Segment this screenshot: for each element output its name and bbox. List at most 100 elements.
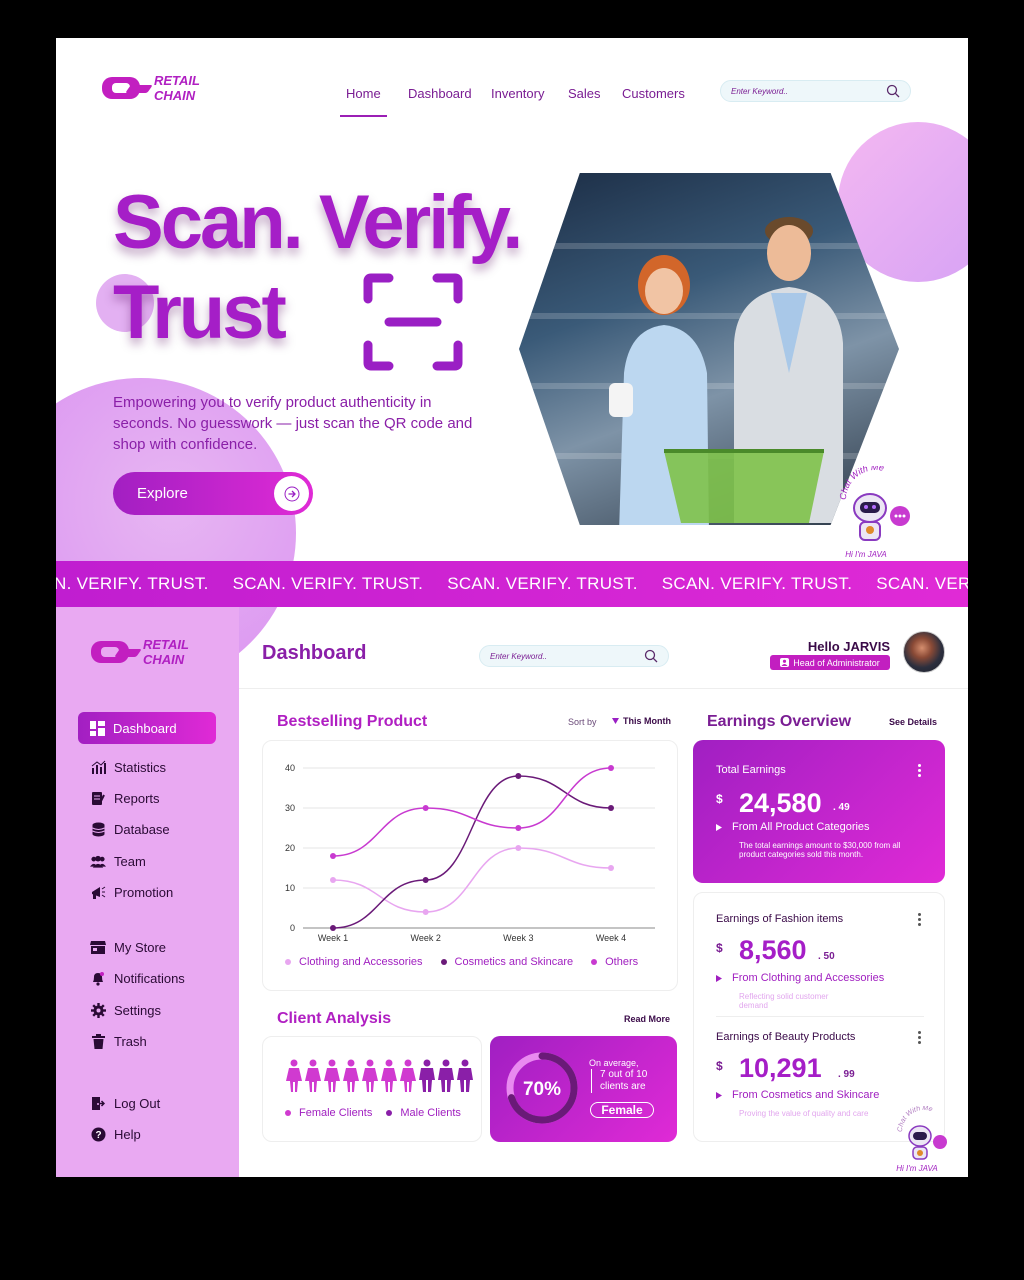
sidebar-item-label: Statistics: [114, 759, 167, 775]
female-person-icon: [399, 1059, 417, 1098]
play-icon: [716, 1091, 722, 1099]
bell-icon: [90, 970, 106, 986]
dashboard-search-bar: [479, 645, 669, 667]
sidebar-item-settings[interactable]: Settings: [90, 1002, 161, 1018]
client-analysis-title: Client Analysis: [277, 1010, 392, 1027]
avatar[interactable]: [903, 631, 945, 673]
page: RETAIL CHAIN Home Dashboard Inventory Sa…: [56, 38, 968, 1177]
top-search-input[interactable]: [731, 86, 886, 96]
earnings-title: Earnings Overview: [707, 713, 852, 730]
explore-button[interactable]: Explore: [113, 472, 313, 515]
legend-item-others: Others: [591, 956, 638, 968]
search-icon[interactable]: [886, 84, 900, 98]
sidebar-item-team[interactable]: Team: [90, 853, 146, 869]
svg-text:?: ?: [95, 1130, 101, 1141]
marquee-item: SCAN. VER: [876, 574, 968, 593]
sidebar-item-label: Reports: [114, 790, 160, 806]
brand-logo[interactable]: RETAIL CHAIN: [102, 73, 200, 103]
client-legend: Female Clients Male Clients: [285, 1107, 461, 1119]
data-point: [330, 853, 336, 859]
chatbot-widget-small[interactable]: Chat With Me Hi I'm JAVA: [894, 1105, 954, 1176]
hero-title-line2: Trust: [113, 270, 287, 355]
divider: [716, 1016, 924, 1017]
sidebar-item-logout[interactable]: Log Out: [90, 1095, 160, 1111]
sidebar-item-dashboard[interactable]: Dashboard: [78, 712, 216, 744]
nav-inventory[interactable]: Inventory: [491, 86, 544, 117]
x-tick-label: Week 1: [318, 933, 348, 943]
sidebar-item-label: Database: [114, 821, 170, 837]
read-more-link[interactable]: Read More: [624, 1014, 670, 1024]
male-person-icon: [456, 1059, 474, 1098]
fashion-earnings-value: 8,560: [739, 935, 807, 965]
source-text: From Clothing and Accessories: [732, 972, 885, 984]
sidebar-item-database[interactable]: Database: [90, 821, 170, 837]
sort-dropdown[interactable]: This Month: [612, 716, 671, 726]
client-note: On average, 7 out of 10 clients are: [589, 1057, 647, 1093]
legend-label: Cosmetics and Skincare: [454, 956, 574, 968]
source-text: From Cosmetics and Skincare: [732, 1089, 880, 1101]
total-earnings-value: 24,580: [739, 788, 822, 818]
female-badge: Female: [590, 1102, 654, 1118]
shopping-cart: [664, 449, 824, 523]
sidebar-item-promotion[interactable]: Promotion: [90, 884, 173, 900]
marquee-item: SCAN. VERIFY. TRUST.: [661, 574, 853, 593]
data-point: [515, 825, 522, 831]
total-earnings-source: From All Product Categories: [716, 821, 870, 833]
dashboard-search-input[interactable]: [490, 651, 644, 661]
source-text: From All Product Categories: [732, 821, 870, 833]
trash-icon: [90, 1033, 106, 1049]
see-details-link[interactable]: See Details: [889, 717, 937, 727]
sidebar-logo[interactable]: RETAIL CHAIN: [91, 637, 189, 667]
legend-item-male: Male Clients: [386, 1107, 461, 1119]
x-tick-label: Week 2: [410, 933, 440, 943]
legend-label: Female Clients: [299, 1107, 373, 1119]
caret-down-icon: [612, 718, 619, 724]
play-icon: [716, 974, 722, 982]
total-earnings-label: Total Earnings: [716, 764, 786, 776]
hero-description: Empowering you to verify product authent…: [113, 394, 473, 453]
logout-icon: [90, 1095, 106, 1111]
fashion-earnings-label: Earnings of Fashion items: [716, 913, 844, 925]
data-point: [330, 877, 336, 883]
sidebar-item-my-store[interactable]: My Store: [90, 939, 166, 955]
data-point: [608, 805, 614, 811]
sidebar-item-label: Help: [114, 1126, 141, 1142]
logo-icon: [102, 75, 153, 101]
nav-customers[interactable]: Customers: [622, 86, 685, 117]
y-tick-label: 20: [285, 843, 295, 853]
y-tick-label: 30: [285, 803, 295, 813]
beauty-earnings-source: From Cosmetics and Skincare: [716, 1089, 879, 1101]
chatbot-caption: Hi I'm JAVA: [896, 1164, 938, 1173]
gear-icon: [90, 1002, 106, 1018]
brand-line2: CHAIN: [143, 652, 185, 667]
female-person-icon: [342, 1059, 360, 1098]
sidebar-item-help[interactable]: ? Help: [90, 1126, 141, 1142]
more-options-icon[interactable]: [918, 913, 922, 928]
nav-home[interactable]: Home: [340, 86, 387, 117]
nav-sales[interactable]: Sales: [568, 86, 601, 117]
sidebar-item-notifications[interactable]: Notifications: [90, 970, 185, 986]
data-point: [422, 877, 429, 883]
role-badge: Head of Administrator: [770, 655, 890, 670]
play-icon: [716, 823, 722, 831]
more-options-icon[interactable]: [918, 1031, 922, 1046]
sidebar-item-reports[interactable]: Reports: [90, 790, 160, 806]
sidebar-item-label: Notifications: [114, 970, 185, 986]
data-point: [422, 909, 429, 915]
sidebar-item-label: Team: [114, 853, 146, 869]
search-icon[interactable]: [644, 649, 658, 663]
chatbot-widget[interactable]: Chat With Me Hi I'm JAVA: [836, 462, 916, 562]
sidebar-item-trash[interactable]: Trash: [90, 1033, 147, 1049]
legend-item-clothing: Clothing and Accessories: [285, 956, 423, 968]
legend-item-female: Female Clients: [285, 1107, 372, 1119]
explore-label: Explore: [137, 485, 188, 502]
currency-symbol: $: [716, 941, 723, 955]
client-note-highlight: 7 out of 10 clients are: [591, 1069, 647, 1093]
nav-dashboard[interactable]: Dashboard: [408, 86, 472, 117]
legend-label: Clothing and Accessories: [299, 956, 423, 968]
more-options-icon[interactable]: [918, 764, 922, 779]
user-badge-icon: [780, 658, 790, 667]
series-line: [332, 847, 612, 913]
female-person-icon: [380, 1059, 398, 1098]
sidebar-item-statistics[interactable]: Statistics: [90, 759, 166, 775]
